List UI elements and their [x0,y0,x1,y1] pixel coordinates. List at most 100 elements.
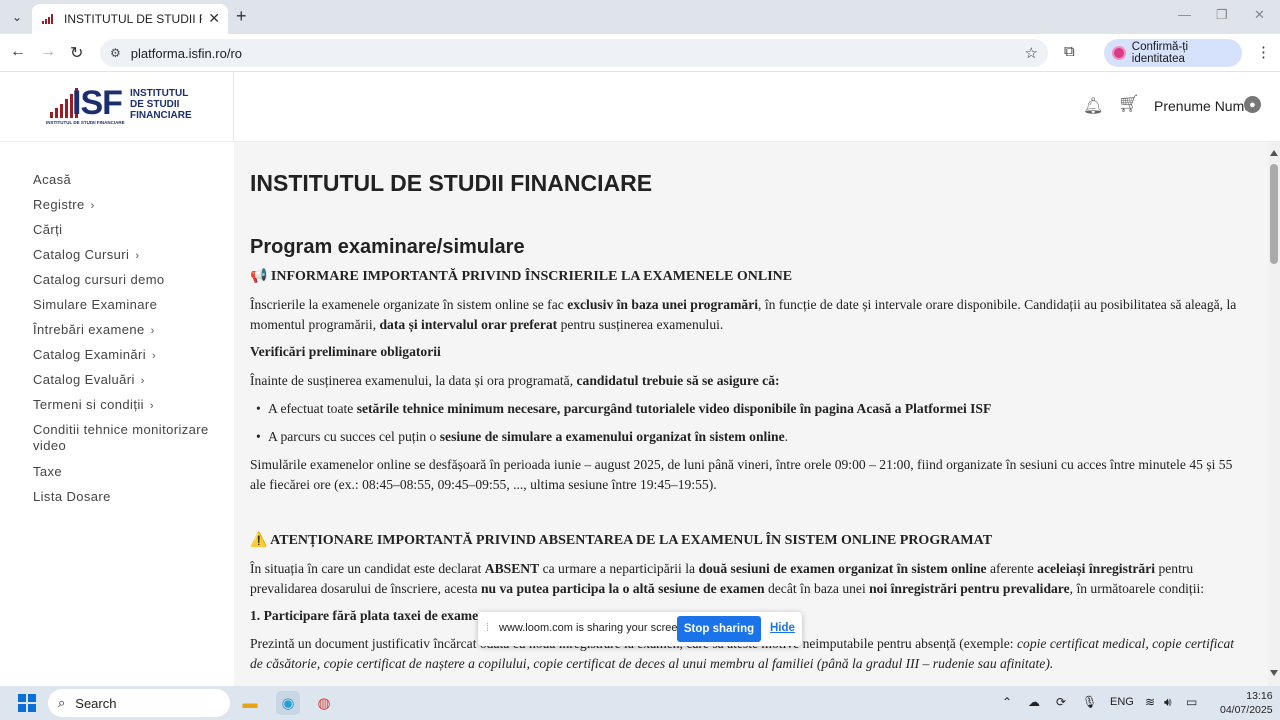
sidebar-item-label: Conditii tehnice monitorizare video [33,422,209,453]
logo-mark: ISF [72,84,123,122]
sidebar-item-taxe[interactable]: Taxe [33,464,62,479]
screen-share-message: www.loom.com is sharing your screen. [499,622,687,634]
reload-icon[interactable]: ↻ [70,43,83,63]
sidebar-item-acasa[interactable]: Acasă [33,172,71,187]
sidebar-item-catalog-cursuri[interactable]: Catalog Cursuri › [33,247,139,262]
browser-menu-icon[interactable]: ⋮ [1256,43,1271,61]
profile-button[interactable]: Confirmă-ți identitatea [1104,39,1242,67]
notice-heading-online-exams: 📢 INFORMARE IMPORTANTĂ PRIVIND ÎNSCRIERI… [250,269,793,284]
sidebar-item-label: Cărți [33,222,63,237]
page-scrollbar[interactable] [1268,142,1280,686]
loom-tray-icon[interactable]: ⟳ [1056,695,1066,709]
minimize-button[interactable]: — [1178,7,1191,22]
sidebar-item-catalog-cursuri-demo[interactable]: Catalog cursuri demo [33,272,165,287]
site-info-icon[interactable]: ⚙ [110,46,121,60]
url-text: platforma.isfin.ro/ro [130,45,243,61]
battery-icon[interactable]: ▭ [1186,695,1197,709]
browser-tab-bar: ⌄ INSTITUTUL DE STUDII FINANC ✕ + — ❐ ✕ [0,0,1280,34]
back-arrow-icon[interactable]: ← [10,43,26,61]
site-header: ISF INSTITUTUL DE STUDII FINANCIARE INST… [0,72,1280,142]
list-item: A parcurs cu succes cel puțin o sesiune … [256,427,788,447]
search-icon: ⌕ [58,695,66,710]
paragraph-absence: În situația în care un candidat este dec… [250,561,1205,596]
notice-heading-absence: ⚠️ ATENȚIONARE IMPORTANTĂ PRIVIND ABSENT… [250,533,993,548]
clock-time: 13:16 [1246,690,1273,702]
paragraph-simulations: Simulările examenelor online se desfășoa… [250,457,1233,492]
sidebar-item-carti[interactable]: Cărți [33,222,62,237]
profile-label: Confirmă-ți identitatea [1131,41,1189,65]
profile-avatar-icon [1112,46,1126,60]
sidebar-item-lista-dosare[interactable]: Lista Dosare [33,489,111,504]
windows-start-icon[interactable] [18,694,36,712]
chevron-right-icon: › [140,375,145,387]
chevron-right-icon: › [135,250,140,262]
sidebar-item-label: Termeni si condiții [33,397,144,412]
user-avatar-icon[interactable]: ● [1244,96,1261,113]
chevron-right-icon: › [152,350,157,362]
search-placeholder: Search [75,695,117,711]
tab-close-icon[interactable]: ✕ [208,10,220,27]
shopping-cart-icon[interactable]: 🛒︎ [1118,94,1140,114]
window-close-button[interactable]: ✕ [1254,7,1265,23]
extensions-icon[interactable]: ⧉ [1064,43,1075,60]
logo-name: INSTITUTUL DE STUDII FINANCIARE [130,88,192,121]
sidebar-item-conditii-tehnice[interactable]: Conditii tehnice monitorizare video [33,422,223,454]
bookmark-star-icon[interactable]: ☆ [1025,44,1038,62]
screen-share-banner: ⁞ www.loom.com is sharing your screen. S… [478,612,802,646]
forward-arrow-icon[interactable]: → [40,43,56,61]
verification-heading: Verificări preliminare obligatorii [250,344,441,359]
system-clock[interactable]: 13:16 04/07/2025 [1220,689,1273,717]
microphone-icon[interactable]: 🎙︎ [1082,695,1097,709]
taskbar-search-input[interactable]: ⌕ Search [48,689,230,717]
notifications-bell-icon[interactable]: 🔔︎ [1083,96,1103,116]
tab-title: INSTITUTUL DE STUDII FINANC [64,12,202,26]
hide-banner-link[interactable]: Hide [770,622,795,634]
sidebar-item-label: Întrebări examene [33,322,145,337]
tab-search-button[interactable]: ⌄ [6,7,28,27]
isf-favicon-icon [42,14,56,24]
scroll-down-arrow-icon[interactable] [1270,670,1278,676]
browser-tab-active[interactable]: INSTITUTUL DE STUDII FINANC ✕ [32,4,228,34]
isf-logo[interactable]: ISF INSTITUTUL DE STUDII FINANCIARE INST… [46,80,196,132]
language-indicator[interactable]: ENG [1110,696,1134,708]
sidebar-nav: Acasă Registre › Cărți Catalog Cursuri › C… [0,142,234,686]
main-content: INSTITUTUL DE STUDII FINANCIARE Program … [234,142,1268,686]
sidebar-item-label: Acasă [33,172,72,187]
sidebar-item-catalog-examinari[interactable]: Catalog Examinări › [33,347,156,362]
sidebar-item-simulare-examinare[interactable]: Simulare Examinare [33,297,157,312]
page-title: INSTITUTUL DE STUDII FINANCIARE [250,170,653,196]
sidebar-item-catalog-evaluari[interactable]: Catalog Evaluări › [33,372,145,387]
sidebar-item-label: Catalog Cursuri [33,247,130,262]
sidebar-item-termeni-conditii[interactable]: Termeni si condiții › [33,397,154,412]
edge-browser-icon[interactable]: ◉ [276,691,300,715]
sidebar-item-intrebari-examene[interactable]: Întrebări examene › [33,322,155,337]
sidebar-item-label: Taxe [33,464,63,479]
chevron-right-icon: › [90,200,95,212]
new-tab-button[interactable]: + [236,6,247,27]
header-divider [233,72,234,142]
paragraph-registration: Înscrierile la examenele organizate în s… [250,297,1237,332]
chevron-right-icon: › [149,400,154,412]
volume-icon[interactable]: 🔊︎ [1164,695,1172,710]
user-name[interactable]: Prenume Nume [1154,98,1252,114]
address-bar[interactable]: ⚙ platforma.isfin.ro/ro ☆ [100,39,1048,67]
maximize-button[interactable]: ❐ [1216,7,1228,23]
paragraph-before-exam: Înainte de susținerea examenului, la dat… [250,373,780,388]
windows-taskbar: ⌕ Search ▬ ◉ ◍ ⌃ ☁ ⟳ 🎙︎ ENG ≋ 🔊︎ ▭ 13:16… [0,686,1280,720]
sidebar-item-registre[interactable]: Registre › [33,197,95,212]
browser-toolbar: ← → ↻ ⚙ platforma.isfin.ro/ro ☆ ⧉ Confir… [0,34,1280,72]
scrollbar-thumb[interactable] [1270,164,1278,264]
sidebar-item-label: Catalog Examinări [33,347,147,362]
clock-date: 04/07/2025 [1220,704,1273,716]
chrome-browser-icon[interactable]: ◍ [312,691,336,715]
stop-sharing-button[interactable]: Stop sharing [677,616,761,642]
sidebar-item-label: Lista Dosare [33,489,111,504]
scroll-up-arrow-icon[interactable] [1270,150,1278,156]
wifi-icon[interactable]: ≋ [1145,695,1155,709]
cloud-sync-icon[interactable]: ☁ [1028,695,1040,709]
sidebar-item-label: Catalog Evaluări [33,372,135,387]
list-item: A efectuat toate setările tehnice minimu… [256,399,991,419]
tray-overflow-chevron-icon[interactable]: ⌃ [1002,695,1012,709]
drag-handle-icon[interactable]: ⁞ [486,622,489,634]
file-explorer-icon[interactable]: ▬ [238,691,262,715]
